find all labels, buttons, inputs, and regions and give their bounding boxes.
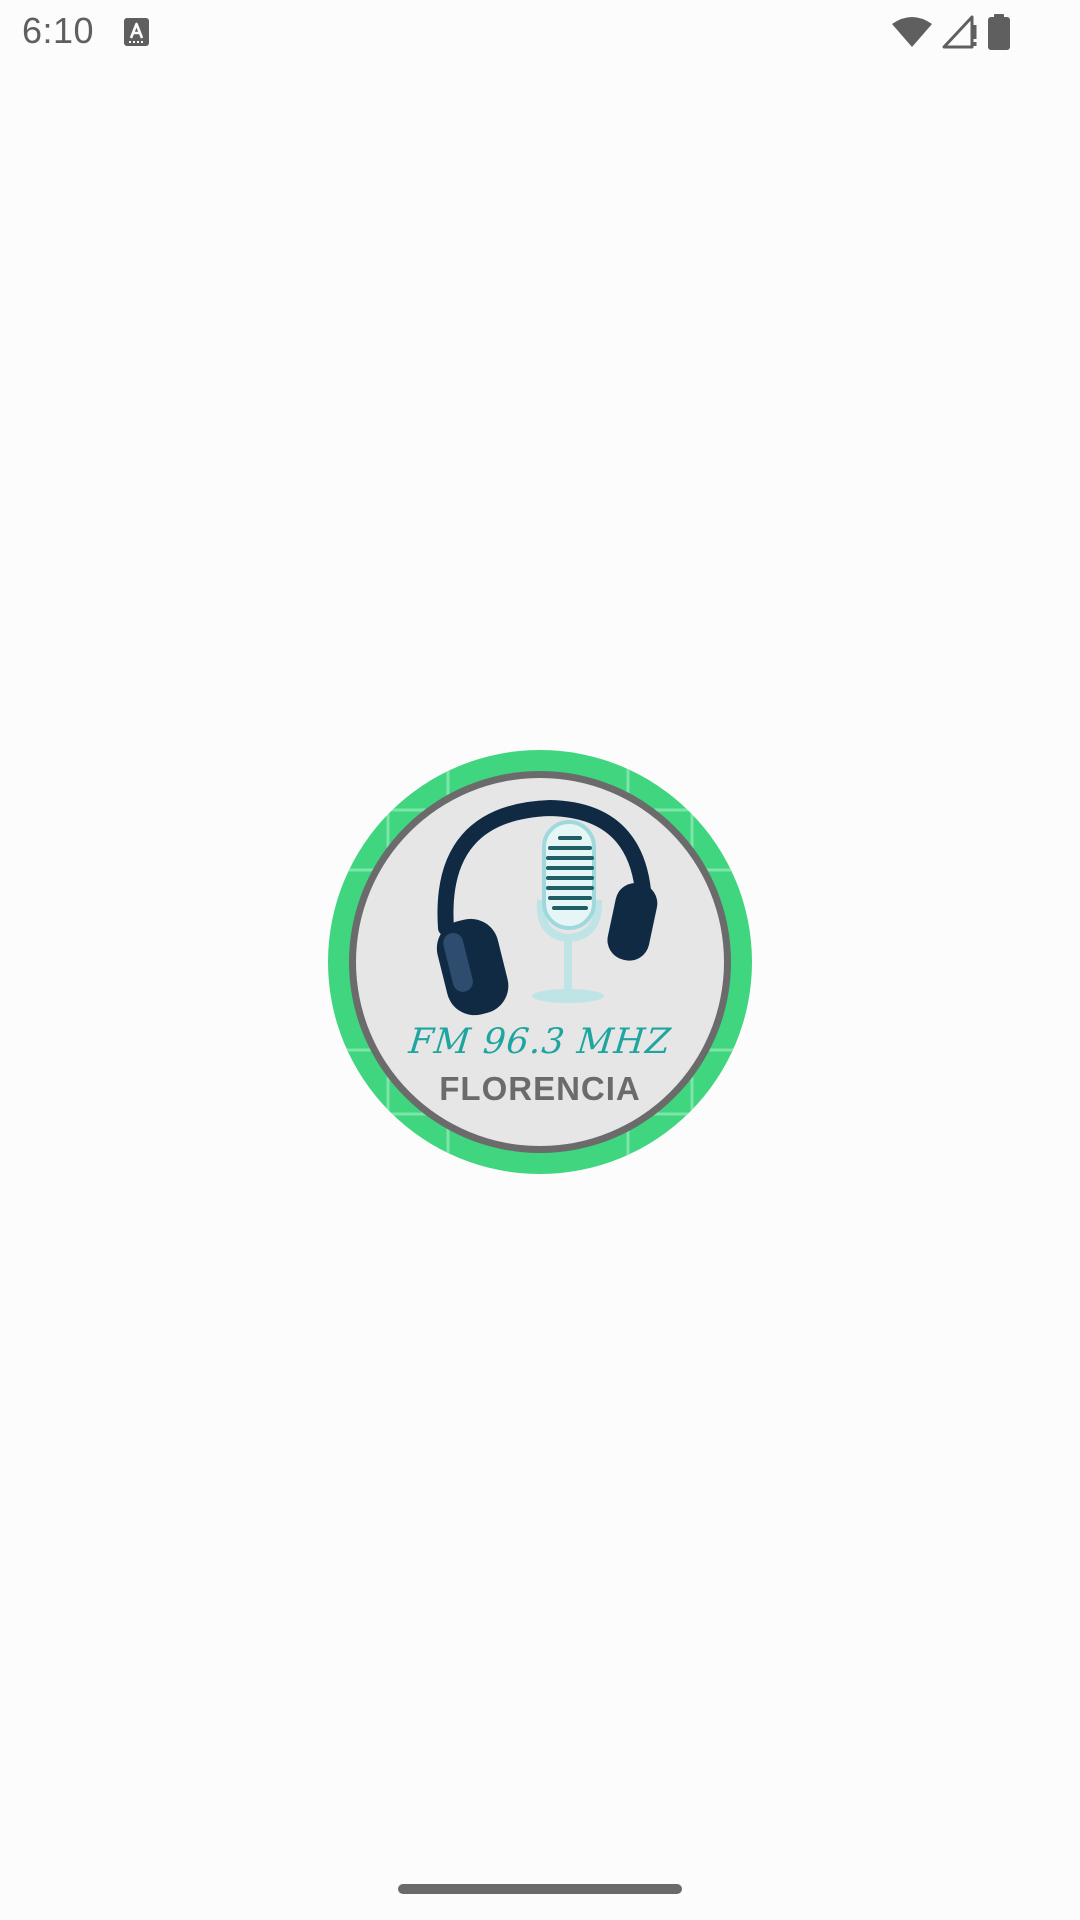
wifi-icon xyxy=(892,16,932,48)
status-bar: 6:10 xyxy=(0,0,1080,64)
station-logo: FM 96.3 MHZ FLORENCIA xyxy=(328,750,752,1174)
home-gesture-handle[interactable] xyxy=(398,1884,682,1894)
logo-station-name: FLORENCIA xyxy=(439,1070,641,1107)
status-icons xyxy=(892,14,1010,50)
keyboard-a-icon xyxy=(124,18,149,46)
battery-icon xyxy=(988,14,1010,50)
logo-frequency-text: FM 96.3 MHZ xyxy=(406,1022,674,1062)
splash-screen: 6:10 FM 96.3 MHZ FLORENCIA xyxy=(0,0,1080,1920)
cell-signal-icon xyxy=(942,15,978,49)
station-logo-graphic xyxy=(328,750,752,1174)
status-time: 6:10 xyxy=(22,10,95,51)
